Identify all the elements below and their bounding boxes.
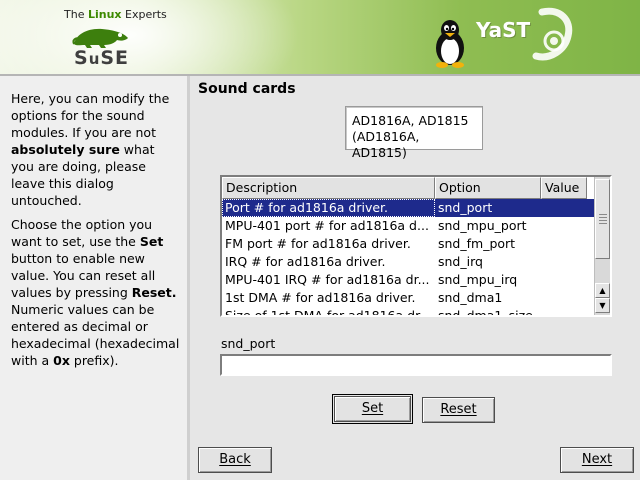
option-value-input[interactable] <box>220 354 612 376</box>
scrollbar-thumb[interactable] <box>595 179 610 259</box>
table-row[interactable]: IRQ # for ad1816a driver. snd_irq <box>222 253 610 271</box>
tux-penguin-icon <box>436 20 464 68</box>
table-header: Description Option Value <box>222 177 610 199</box>
row-option: snd_dma1 <box>438 290 503 305</box>
next-button[interactable]: Next <box>560 447 634 473</box>
column-header-option[interactable]: Option <box>435 177 541 199</box>
table-row[interactable]: MPU-401 IRQ # for ad1816a dr... snd_mpu_… <box>222 271 610 289</box>
row-option: snd_mpu_port <box>438 218 527 233</box>
row-option: snd_irq <box>438 254 483 269</box>
row-value <box>541 199 587 217</box>
yast-header-banner: The Linux Experts SuSE YaST <box>0 0 640 74</box>
options-table[interactable]: Description Option Value Port # for ad18… <box>220 175 612 317</box>
row-description: MPU-401 IRQ # for ad1816a dr... <box>225 272 430 287</box>
row-value <box>541 217 587 235</box>
column-header-description[interactable]: Description <box>222 177 435 199</box>
row-option: snd_fm_port <box>438 236 516 251</box>
help-paragraph-2: Choose the option you want to set, use t… <box>11 217 180 368</box>
yast-swirl-icon <box>532 7 573 61</box>
page-title: Sound cards <box>198 81 296 97</box>
reset-button[interactable]: Reset <box>422 397 495 423</box>
sound-card-label: AD1816A, AD1815 (AD1816A, AD1815) <box>345 106 483 160</box>
card-name-line-2: (AD1816A, AD1815) <box>352 129 420 160</box>
row-option: snd_port <box>438 200 493 215</box>
scroll-down-arrow-icon[interactable]: ▼ <box>595 298 610 313</box>
table-row[interactable]: Port # for ad1816a driver. snd_port <box>222 199 610 217</box>
row-value <box>541 253 587 271</box>
row-description: Port # for ad1816a driver. <box>222 199 435 217</box>
table-row[interactable]: 1st DMA # for ad1816a driver. snd_dma1 <box>222 289 610 307</box>
help-text: Here, you can modify the options for the… <box>11 90 181 376</box>
table-scrollbar[interactable]: ▲ ▼ <box>594 177 610 315</box>
row-option: snd_dma1_size <box>438 308 533 317</box>
help-panel: Here, you can modify the options for the… <box>0 76 190 480</box>
row-description: 1st DMA # for ad1816a driver. <box>225 290 416 305</box>
row-description: Size of 1st DMA for ad1816a dr... <box>225 308 431 317</box>
set-button[interactable]: Set <box>332 394 413 424</box>
scroll-up-arrow-icon[interactable]: ▲ <box>595 283 610 298</box>
suse-tagline: The Linux Experts <box>64 8 167 21</box>
row-description: FM port # for ad1816a driver. <box>225 236 411 251</box>
row-value <box>541 235 587 253</box>
back-button[interactable]: Back <box>198 447 272 473</box>
row-description: MPU-401 port # for ad1816a d... <box>225 218 429 233</box>
row-value <box>541 307 587 315</box>
table-row[interactable]: FM port # for ad1816a driver. snd_fm_por… <box>222 235 610 253</box>
row-option: snd_mpu_irq <box>438 272 518 287</box>
suse-logo-text: SuSE <box>74 47 130 69</box>
row-value <box>541 271 587 289</box>
table-row[interactable]: MPU-401 port # for ad1816a d... snd_mpu_… <box>222 217 610 235</box>
column-header-value[interactable]: Value <box>541 177 587 199</box>
row-value <box>541 289 587 307</box>
help-paragraph-1: Here, you can modify the options for the… <box>11 91 170 208</box>
option-field-label: snd_port <box>221 336 276 351</box>
main-content: Sound cards AD1816A, AD1815 (AD1816A, AD… <box>193 76 640 480</box>
row-description: IRQ # for ad1816a driver. <box>225 254 386 269</box>
card-name-line-1: AD1816A, AD1815 <box>352 113 469 128</box>
table-row[interactable]: Size of 1st DMA for ad1816a dr... snd_dm… <box>222 307 610 317</box>
